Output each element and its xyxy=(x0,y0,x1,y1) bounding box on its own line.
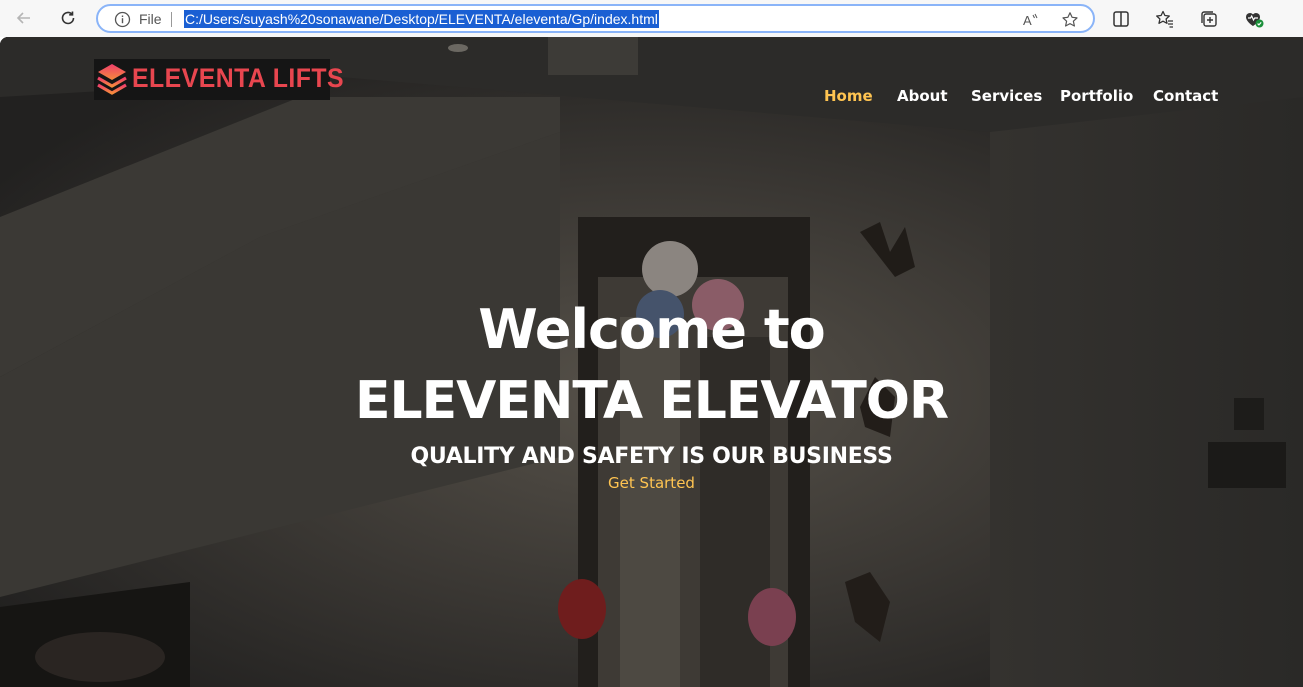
back-arrow-icon[interactable] xyxy=(11,6,37,30)
scheme-divider xyxy=(171,12,172,27)
hero-subtitle: QUALITY AND SAFETY IS OUR BUSINESS xyxy=(410,444,893,469)
url-text[interactable]: C:/Users/suyash%20sonawane/Desktop/ELEVE… xyxy=(184,10,659,28)
page-viewport: ELEVENTA LIFTS Home About Services Portf… xyxy=(0,37,1303,687)
hero-title-line2: ELEVENTA ELEVATOR xyxy=(354,371,949,431)
browser-essentials-icon[interactable] xyxy=(1243,9,1264,29)
browser-toolbar: File C:/Users/suyash%20sonawane/Desktop/… xyxy=(0,0,1303,37)
hero-section: Welcome to ELEVENTA ELEVATOR QUALITY AND… xyxy=(0,37,1303,687)
svg-text:A: A xyxy=(1023,13,1032,28)
hero-title-line1: Welcome to xyxy=(478,298,825,361)
read-aloud-icon[interactable]: A xyxy=(1022,11,1040,29)
scheme-label: File xyxy=(139,11,162,27)
get-started-link[interactable]: Get Started xyxy=(0,476,1303,491)
reload-icon[interactable] xyxy=(55,6,81,30)
split-screen-icon[interactable] xyxy=(1111,9,1131,29)
favorites-icon[interactable] xyxy=(1155,9,1175,29)
info-icon[interactable] xyxy=(114,11,131,28)
star-icon[interactable] xyxy=(1061,11,1079,29)
collections-icon[interactable] xyxy=(1199,9,1219,29)
address-bar[interactable]: File C:/Users/suyash%20sonawane/Desktop/… xyxy=(96,4,1095,33)
